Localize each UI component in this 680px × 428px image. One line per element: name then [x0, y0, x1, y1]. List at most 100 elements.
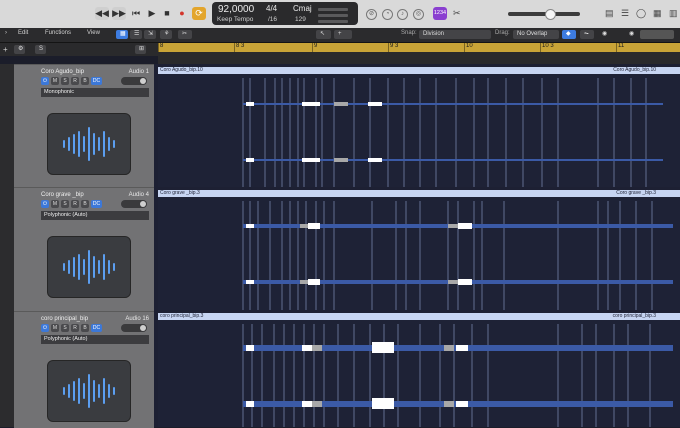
record-enable-button[interactable]: R: [71, 77, 79, 85]
b-button[interactable]: B: [81, 324, 89, 332]
ruler-mark: 10 3: [542, 43, 554, 49]
time-division: /16: [268, 16, 278, 23]
track-settings-icon[interactable]: ⚙: [14, 45, 25, 54]
list-view-icon[interactable]: ☰: [130, 30, 142, 39]
power-icon[interactable]: ⏻: [41, 77, 49, 85]
go-to-start-icon[interactable]: ⏮: [129, 7, 143, 20]
pencil-tool-icon[interactable]: +: [334, 30, 352, 39]
collapse-icon[interactable]: ⊞: [135, 45, 146, 54]
lcd-display[interactable]: 92,0000 Keep Tempo 4/4 /16 Cmaj 129: [212, 2, 358, 25]
metronome-icon[interactable]: ◔: [382, 9, 393, 20]
region-name-end: coro principal_bip.3: [612, 313, 656, 319]
zoom-slider-icon[interactable]: ◉: [598, 30, 608, 39]
region-name: Coro grave _bip.3: [158, 190, 680, 197]
b-button[interactable]: B: [81, 200, 89, 208]
mute-button[interactable]: M: [51, 200, 59, 208]
region-name: coro principal_bip.3: [158, 313, 680, 320]
functions-menu[interactable]: Functions: [45, 30, 71, 36]
horizontal-zoom-slider[interactable]: [640, 30, 674, 39]
power-icon[interactable]: ⏻: [41, 324, 49, 332]
scissors-icon[interactable]: ✂: [453, 8, 461, 19]
ruler-mark: 8 3: [236, 43, 245, 49]
track-header[interactable]: coro principal_bip Audio 16 ⏻ M S R B DC…: [14, 311, 154, 428]
region-waveform: [242, 78, 663, 187]
master-volume-slider[interactable]: [508, 12, 580, 16]
solo-button[interactable]: S: [61, 77, 69, 85]
loop-browser-icon[interactable]: ◯: [636, 8, 646, 19]
track-name[interactable]: Coro Agudo_bip: [41, 69, 84, 75]
ruler-mark: 10: [466, 43, 473, 49]
flex-mode-select[interactable]: Monophonic: [41, 88, 149, 97]
track-volume-toggle[interactable]: [121, 200, 147, 208]
solo-button[interactable]: S: [61, 200, 69, 208]
count-in-icon[interactable]: ◎: [413, 9, 424, 20]
pointer-tool-icon[interactable]: ↖: [316, 30, 331, 39]
record-icon[interactable]: ●: [175, 7, 189, 20]
replace-icon[interactable]: ⊘: [366, 9, 377, 20]
fast-forward-icon[interactable]: ▶▶: [112, 7, 126, 20]
snap-select[interactable]: Division: [419, 30, 491, 39]
ruler-mark: 11: [618, 43, 625, 49]
stop-icon[interactable]: ■: [160, 7, 174, 20]
level-meter: [318, 20, 348, 23]
level-meter: [318, 14, 348, 17]
flex-icon[interactable]: ⚘: [160, 30, 172, 39]
solo-button[interactable]: S: [61, 324, 69, 332]
timeline-ruler[interactable]: 8 8 3 9 9 3 10 10 3 11: [158, 43, 680, 52]
mute-button[interactable]: M: [51, 324, 59, 332]
dc-button[interactable]: DC: [91, 77, 102, 85]
mute-button[interactable]: M: [51, 77, 59, 85]
record-enable-button[interactable]: R: [71, 324, 79, 332]
badge-1234[interactable]: 1234: [433, 7, 447, 20]
list-icon[interactable]: ☰: [621, 8, 629, 19]
track-name[interactable]: Coro grave _bip: [41, 192, 84, 198]
play-icon[interactable]: ▶: [145, 7, 159, 20]
tuner-icon[interactable]: ♪: [397, 9, 408, 20]
left-strip: [0, 64, 14, 427]
region-name: Coro Agudo_bip.10: [158, 67, 680, 74]
waveform-icon[interactable]: ⏦: [580, 30, 594, 39]
power-icon[interactable]: ⏻: [41, 200, 49, 208]
record-enable-button[interactable]: R: [71, 200, 79, 208]
track-volume-toggle[interactable]: [121, 324, 147, 332]
arrange-area[interactable]: Coro Agudo_bip.10 Coro Agudo_bip.10 Coro…: [154, 64, 680, 427]
global-s-button[interactable]: S: [35, 45, 46, 54]
audio-waveform-icon: [47, 113, 131, 175]
level-meter: [318, 8, 348, 11]
grid-view-icon[interactable]: ▦: [116, 30, 128, 39]
browser-icon[interactable]: ▦: [653, 8, 662, 19]
catch-icon[interactable]: ⇲: [144, 30, 156, 39]
dc-button[interactable]: DC: [91, 324, 102, 332]
dc-button[interactable]: DC: [91, 200, 102, 208]
add-track-button[interactable]: +: [3, 45, 8, 54]
library-icon[interactable]: ▥: [669, 8, 678, 19]
master-volume-knob[interactable]: [545, 9, 556, 20]
drag-select[interactable]: No Overlap: [513, 30, 559, 39]
region-name-end: Coro Agudo_bip.10: [613, 67, 656, 73]
audio-region[interactable]: Coro Agudo_bip.10 Coro Agudo_bip.10: [158, 67, 680, 187]
tempo-value: 92,0000: [218, 4, 255, 15]
cycle-icon[interactable]: ⟳: [192, 7, 206, 20]
zoom-out-icon[interactable]: ◉: [625, 30, 635, 39]
flex-mode-select[interactable]: Polyphonic (Auto): [41, 211, 149, 220]
audio-region[interactable]: Coro grave _bip.3 Coro grave _bip.3: [158, 190, 680, 310]
notepad-icon[interactable]: ▤: [605, 8, 614, 19]
scissors-tool-icon[interactable]: ✂: [178, 30, 192, 39]
chevron-icon[interactable]: ›: [5, 30, 7, 36]
track-volume-toggle[interactable]: [121, 77, 147, 85]
waveform-zoom-icon[interactable]: ◆: [562, 30, 576, 39]
track-header[interactable]: Coro Agudo_bip Audio 1 ⏻ M S R B DC Mono…: [14, 64, 154, 188]
arrange-toolbar: › Edit Functions View ▦ ☰ ⇲ ⚘ ✂ ↖ + Snap…: [0, 28, 680, 43]
transport-bar: ◀◀ ▶▶ ⏮ ▶ ■ ● ⟳ 92,0000 Keep Tempo 4/4 /…: [0, 0, 680, 29]
edit-menu[interactable]: Edit: [18, 30, 28, 36]
b-button[interactable]: B: [81, 77, 89, 85]
flex-mode-select[interactable]: Polyphonic (Auto): [41, 335, 149, 344]
audio-region[interactable]: coro principal_bip.3 coro principal_bip.…: [158, 313, 680, 427]
key-value: Cmaj: [293, 4, 312, 13]
audio-waveform-icon: [47, 360, 131, 422]
track-header[interactable]: Coro grave _bip Audio 4 ⏻ M S R B DC Pol…: [14, 187, 154, 312]
region-name-end: Coro grave _bip.3: [616, 190, 656, 196]
track-name[interactable]: coro principal_bip: [41, 316, 88, 322]
rewind-icon[interactable]: ◀◀: [95, 7, 109, 20]
view-menu[interactable]: View: [87, 30, 100, 36]
